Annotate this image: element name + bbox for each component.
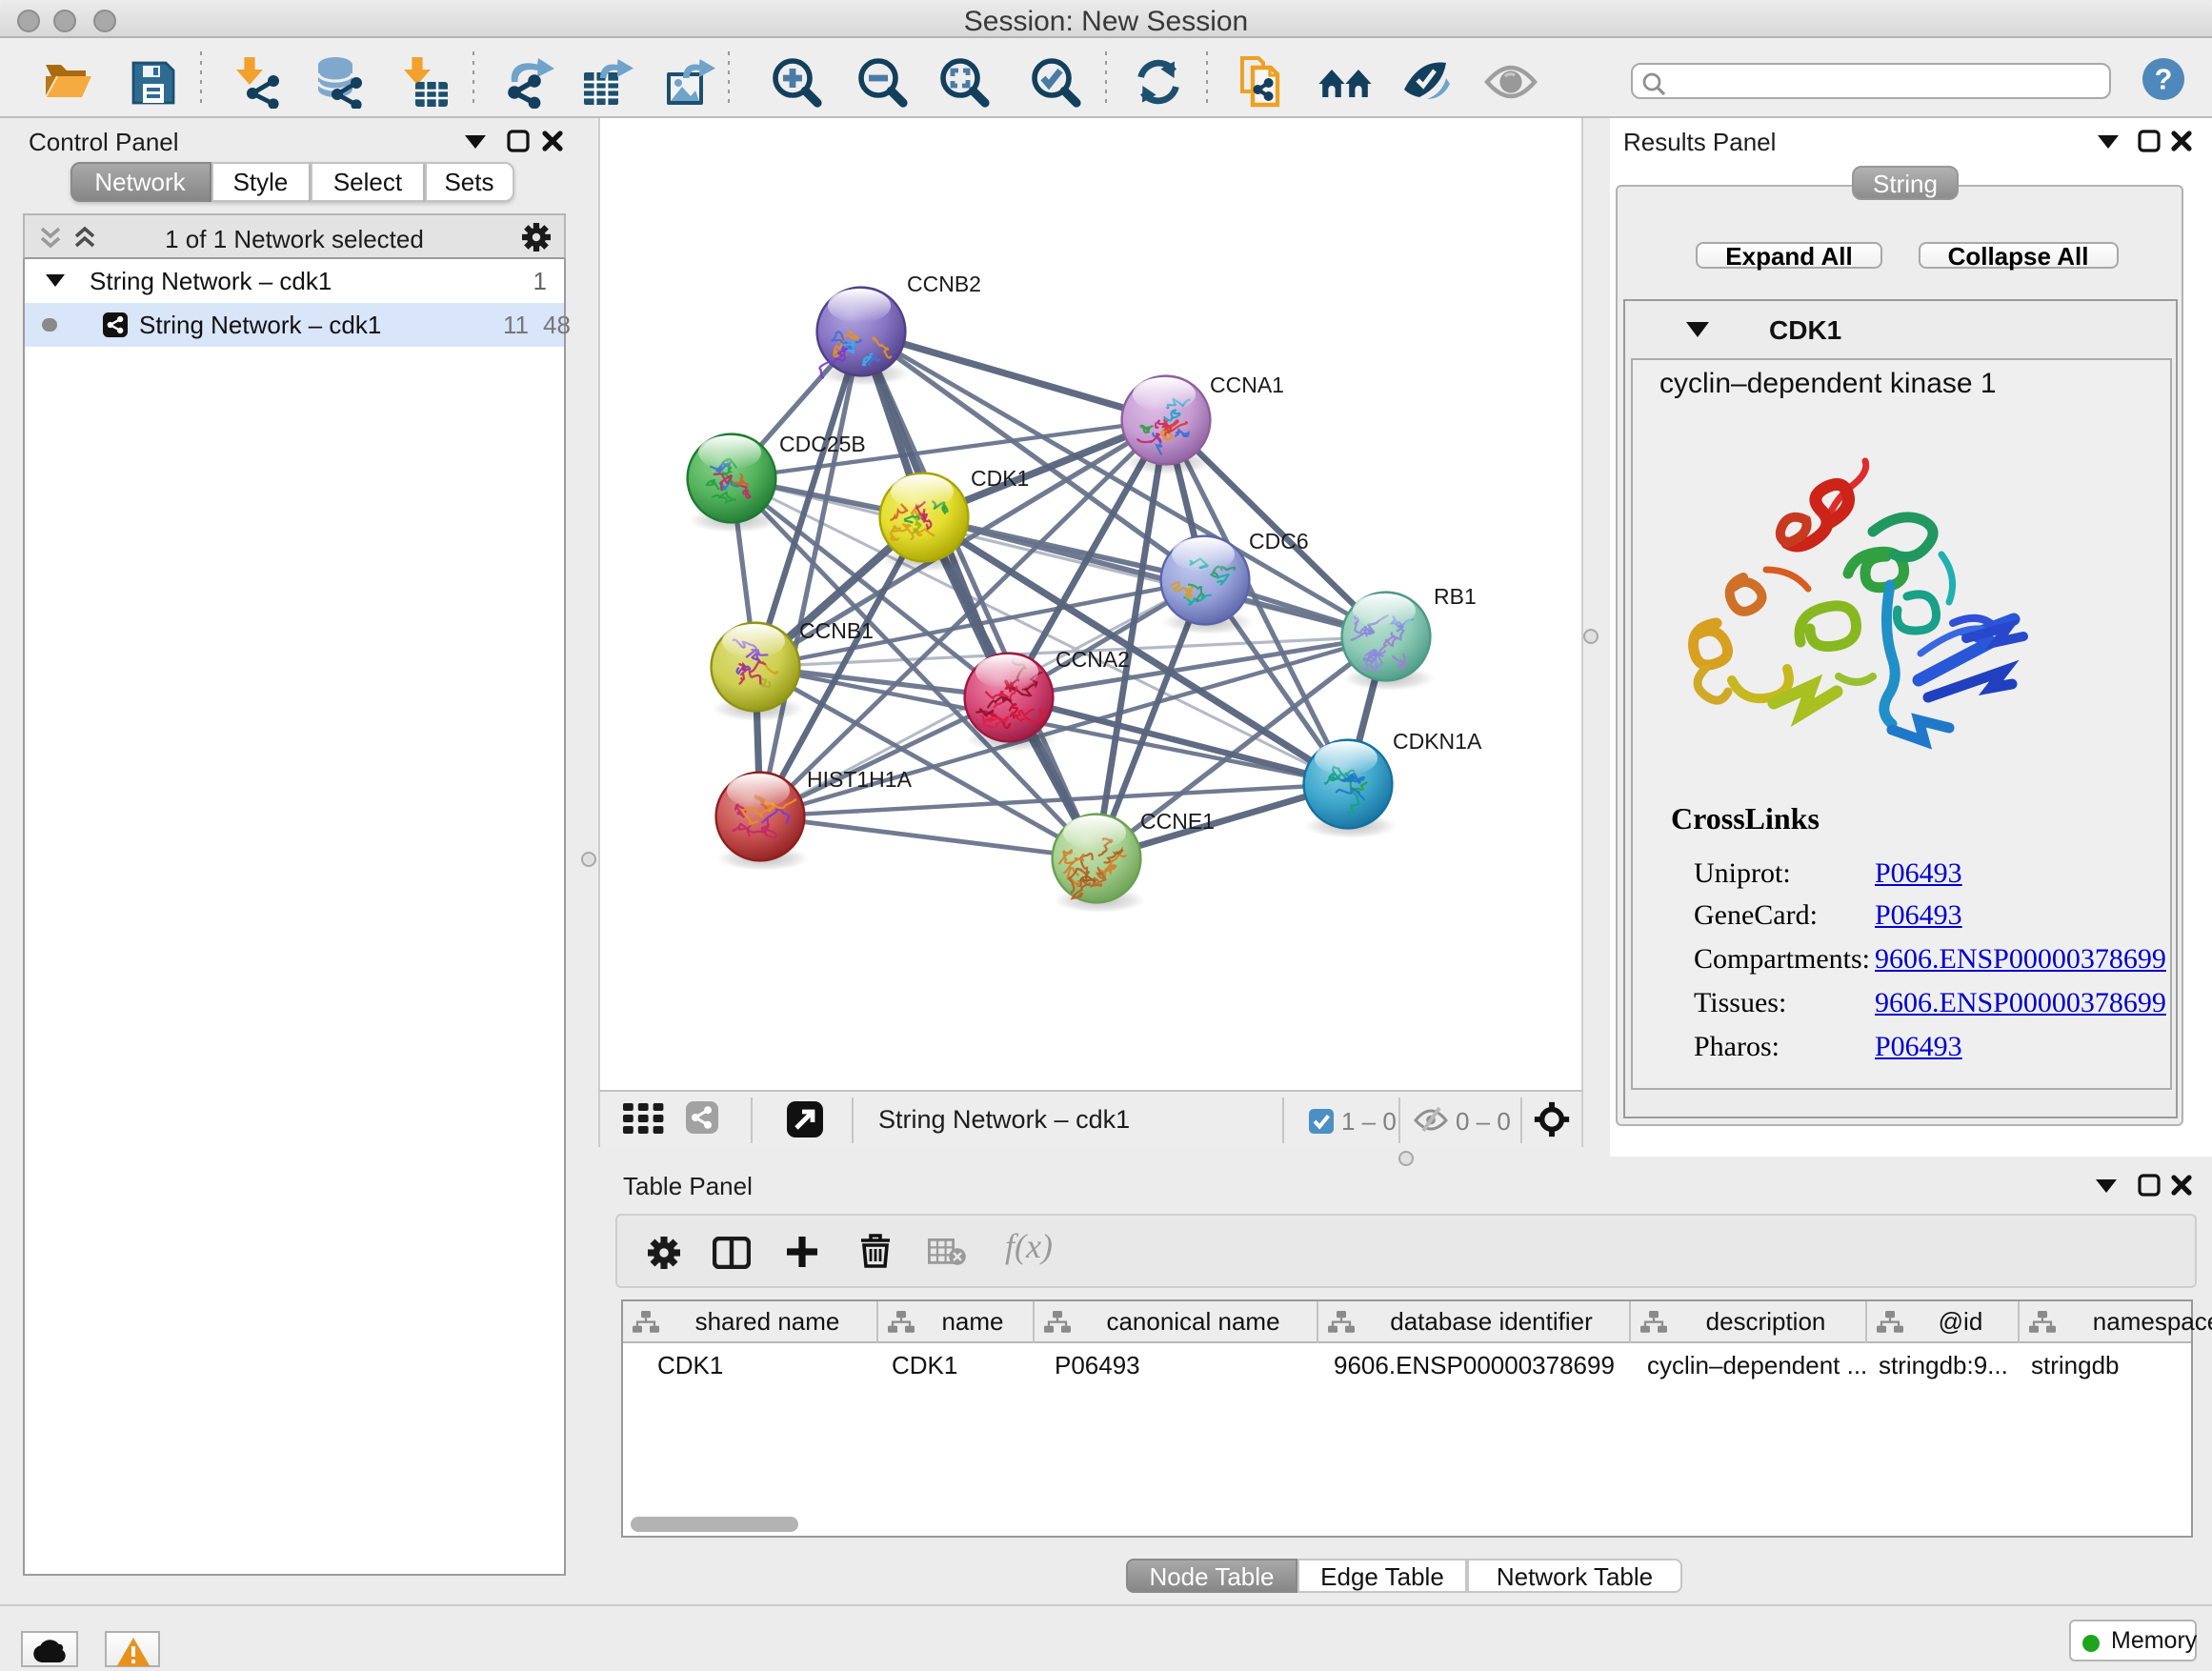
svg-text:?: ? [2155,64,2173,96]
svg-text:CDC6: CDC6 [1249,529,1309,554]
svg-text:RB1: RB1 [1434,584,1477,609]
svg-text:CCNE1: CCNE1 [1140,809,1215,834]
svg-text:CCNB1: CCNB1 [799,618,874,643]
svg-text:CCNB2: CCNB2 [907,272,981,296]
svg-text:CCNA1: CCNA1 [1210,372,1284,397]
svg-text:HIST1H1A: HIST1H1A [807,767,913,792]
svg-text:CDC25B: CDC25B [779,432,866,456]
svg-text:CDK1: CDK1 [971,466,1029,491]
svg-text:CDKN1A: CDKN1A [1393,729,1482,754]
svg-text:CCNA2: CCNA2 [1056,647,1130,672]
